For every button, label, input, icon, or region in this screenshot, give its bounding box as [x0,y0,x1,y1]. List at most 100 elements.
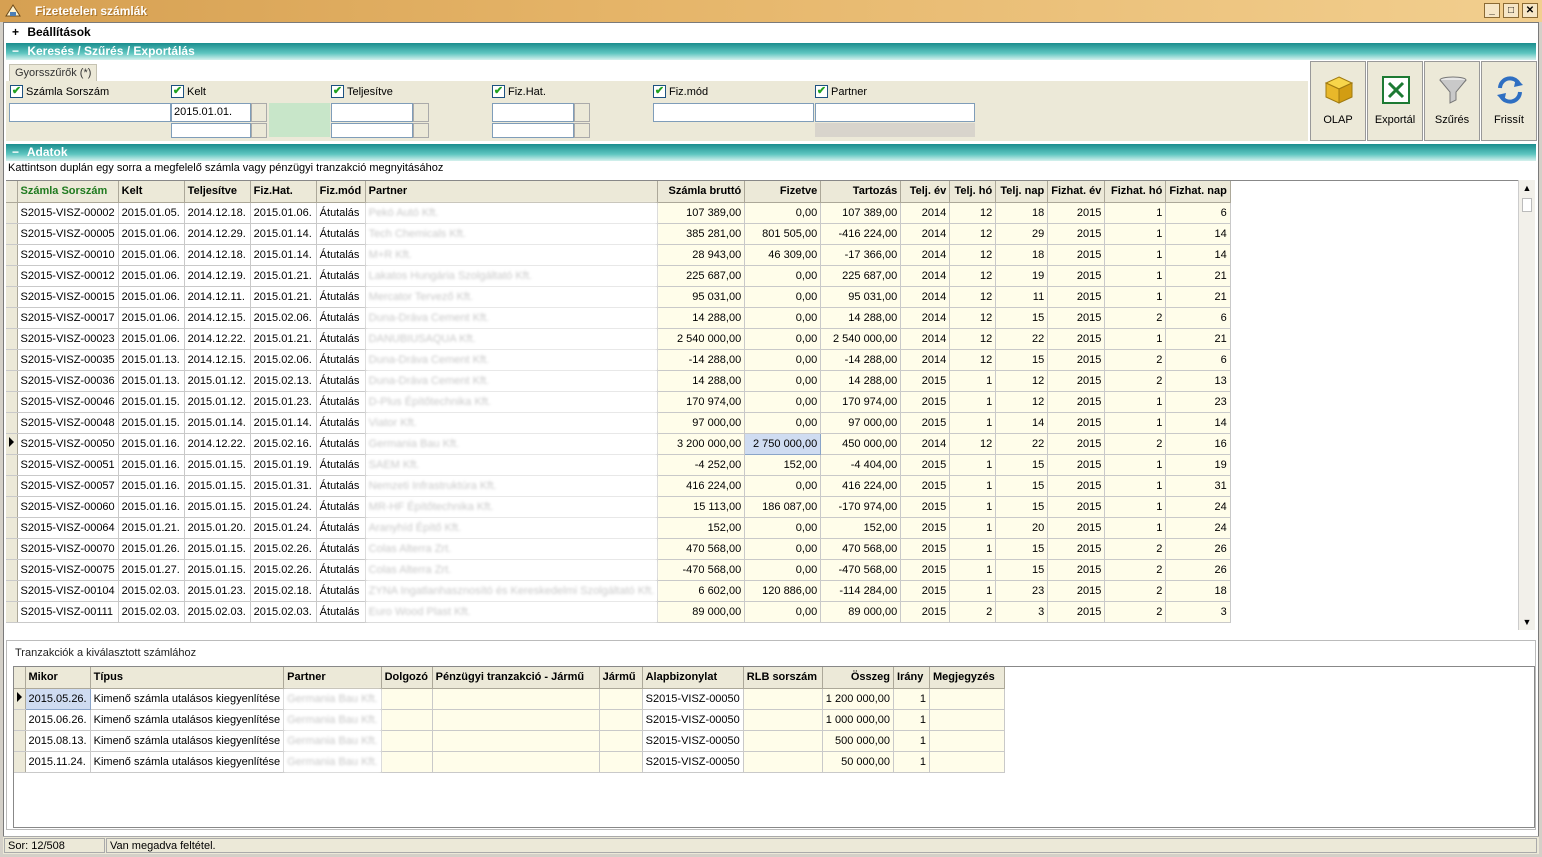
grid-cell[interactable]: 18 [995,244,1049,266]
transaction-cell[interactable] [743,709,823,731]
column-header[interactable]: Partner [283,667,382,689]
grid-cell[interactable]: 416 224,00 [657,475,746,497]
checkbox-payment-method[interactable]: ✔ [653,85,666,98]
grid-cell[interactable]: Colas Alterra Zrt. [365,538,659,560]
grid-cell[interactable]: S2015-VISZ-00035 [17,349,119,371]
grid-cell[interactable]: 2015.01.15. [118,412,185,434]
table-row[interactable]: S2015-VISZ-00057 2015.01.16. 2015.01.15. 20… [6,475,1231,497]
grid-cell[interactable]: 22 [995,433,1049,455]
grid-cell[interactable]: 2015 [900,391,951,413]
transaction-cell[interactable] [432,751,600,773]
grid-cell[interactable]: 1 [1104,412,1167,434]
grid-cell[interactable]: 2015 [1047,286,1106,308]
grid-cell[interactable]: 0,00 [744,517,822,539]
column-header[interactable]: Telj. nap [995,181,1049,203]
grid-cell[interactable]: 2015.01.13. [118,349,185,371]
transaction-cell[interactable] [599,688,643,710]
checkbox-due-date[interactable]: ✔ [492,85,505,98]
grid-cell[interactable]: 801 505,00 [744,223,822,245]
grid-cell[interactable]: 24 [1165,496,1231,518]
grid-cell[interactable]: 2015.01.21. [250,328,317,350]
grid-cell[interactable]: 2015 [900,538,951,560]
date-to-dropdown[interactable] [251,123,267,138]
olap-button[interactable]: OLAP [1310,61,1366,141]
row-selector[interactable] [6,496,18,518]
grid-cell[interactable]: 2015.02.03. [118,580,185,602]
row-selector[interactable] [6,223,18,245]
grid-cell[interactable]: 2014 [900,307,951,329]
grid-cell[interactable]: 20 [995,517,1049,539]
grid-cell[interactable]: 3 200 000,00 [657,433,746,455]
transaction-cell[interactable]: Kimenő számla utalásos kiegyenlítése [90,709,285,731]
grid-cell[interactable]: Nemzeti Infrastruktúra Kft. [365,475,659,497]
row-selector[interactable] [14,751,26,773]
table-row[interactable]: S2015-VISZ-00017 2015.01.06. 2014.12.15. 20… [6,307,1231,329]
grid-cell[interactable]: 15 113,00 [657,496,746,518]
transaction-row[interactable]: 2015.05.26. Kimenő számla utalásos kiegye… [14,687,1006,710]
transaction-cell[interactable] [599,709,643,731]
grid-cell[interactable]: 152,00 [820,517,902,539]
grid-cell[interactable]: S2015-VISZ-00064 [17,517,119,539]
table-row[interactable]: S2015-VISZ-00064 2015.01.21. 2015.01.20. 20… [6,517,1231,539]
transaction-cell[interactable] [599,751,643,773]
table-row[interactable]: S2015-VISZ-00050 2015.01.16. 2014.12.22. 20… [6,432,1231,455]
table-row[interactable]: S2015-VISZ-00046 2015.01.15. 2015.01.12. 20… [6,391,1231,413]
grid-cell[interactable]: Átutalás [316,559,366,581]
grid-cell[interactable]: S2015-VISZ-00002 [17,202,119,224]
grid-cell[interactable]: 21 [1165,328,1231,350]
grid-cell[interactable]: 120 886,00 [744,580,822,602]
grid-cell[interactable]: 152,00 [657,517,746,539]
grid-cell[interactable]: 2015.01.24. [250,517,317,539]
completed-to-dropdown[interactable] [413,123,429,138]
table-row[interactable]: S2015-VISZ-00104 2015.02.03. 2015.01.23. 20… [6,580,1231,602]
transaction-cell[interactable] [432,688,600,710]
row-selector[interactable] [6,349,18,371]
date-from-input[interactable]: 2015.01.01. [171,103,251,122]
column-header[interactable]: Fizhat. nap [1165,181,1231,203]
column-header[interactable]: Fizetve [744,181,822,203]
grid-cell[interactable]: 15 [995,475,1049,497]
grid-cell[interactable]: 3 [1165,601,1231,623]
grid-cell[interactable]: S2015-VISZ-00070 [17,538,119,560]
grid-cell[interactable]: 1 [949,538,997,560]
grid-cell[interactable]: 0,00 [744,328,822,350]
transaction-cell[interactable] [929,688,1006,710]
grid-cell[interactable]: ZYNA Ingatlanhasznosító és Kereskedelmi … [365,580,659,602]
table-row[interactable]: S2015-VISZ-00048 2015.01.15. 2015.01.14. 20… [6,412,1231,434]
row-selector[interactable] [6,391,18,413]
row-selector[interactable] [6,433,18,455]
grid-cell[interactable]: 2015.02.03. [184,601,251,623]
grid-cell[interactable]: 2015.01.16. [118,454,185,476]
row-selector[interactable] [6,328,18,350]
grid-cell[interactable]: -416 224,00 [820,223,902,245]
grid-cell[interactable]: Átutalás [316,244,366,266]
grid-cell[interactable]: Átutalás [316,433,366,455]
grid-cell[interactable]: S2015-VISZ-00048 [17,412,119,434]
invoice-number-input[interactable] [9,103,171,122]
grid-cell[interactable]: S2015-VISZ-00036 [17,370,119,392]
date-from-dropdown[interactable] [251,103,267,122]
grid-cell[interactable]: 2 [1104,538,1167,560]
grid-cell[interactable]: Duna-Dráva Cement Kft. [365,370,659,392]
grid-cell[interactable]: 2015 [1047,496,1106,518]
grid-cell[interactable]: 2014.12.18. [184,244,251,266]
grid-cell[interactable]: 2 [1104,307,1167,329]
scroll-down-icon[interactable]: ▼ [1521,616,1533,628]
transaction-cell[interactable] [381,730,433,752]
grid-cell[interactable]: 0,00 [744,412,822,434]
grid-cell[interactable]: 6 [1165,202,1231,224]
grid-cell[interactable]: Átutalás [316,496,366,518]
grid-cell[interactable]: S2015-VISZ-00051 [17,454,119,476]
grid-cell[interactable]: 2015 [1047,601,1106,623]
transaction-cell[interactable] [929,751,1006,773]
transaction-cell[interactable]: 2015.05.26. [24,687,91,710]
search-section-header[interactable]: − Keresés / Szűrés / Exportálás [6,43,1536,60]
column-header[interactable]: Alapbizonylat [642,667,744,689]
grid-cell[interactable]: Átutalás [316,223,366,245]
grid-cell[interactable]: 2015.01.31. [250,475,317,497]
grid-cell[interactable]: 1 [949,517,997,539]
grid-cell[interactable]: Euro Wood Plast Kft. [365,601,659,623]
grid-cell[interactable]: 2015.02.18. [250,580,317,602]
grid-cell[interactable]: Lakatos Hungária Szolgáltató Kft. [365,265,659,287]
grid-cell[interactable]: 0,00 [744,475,822,497]
